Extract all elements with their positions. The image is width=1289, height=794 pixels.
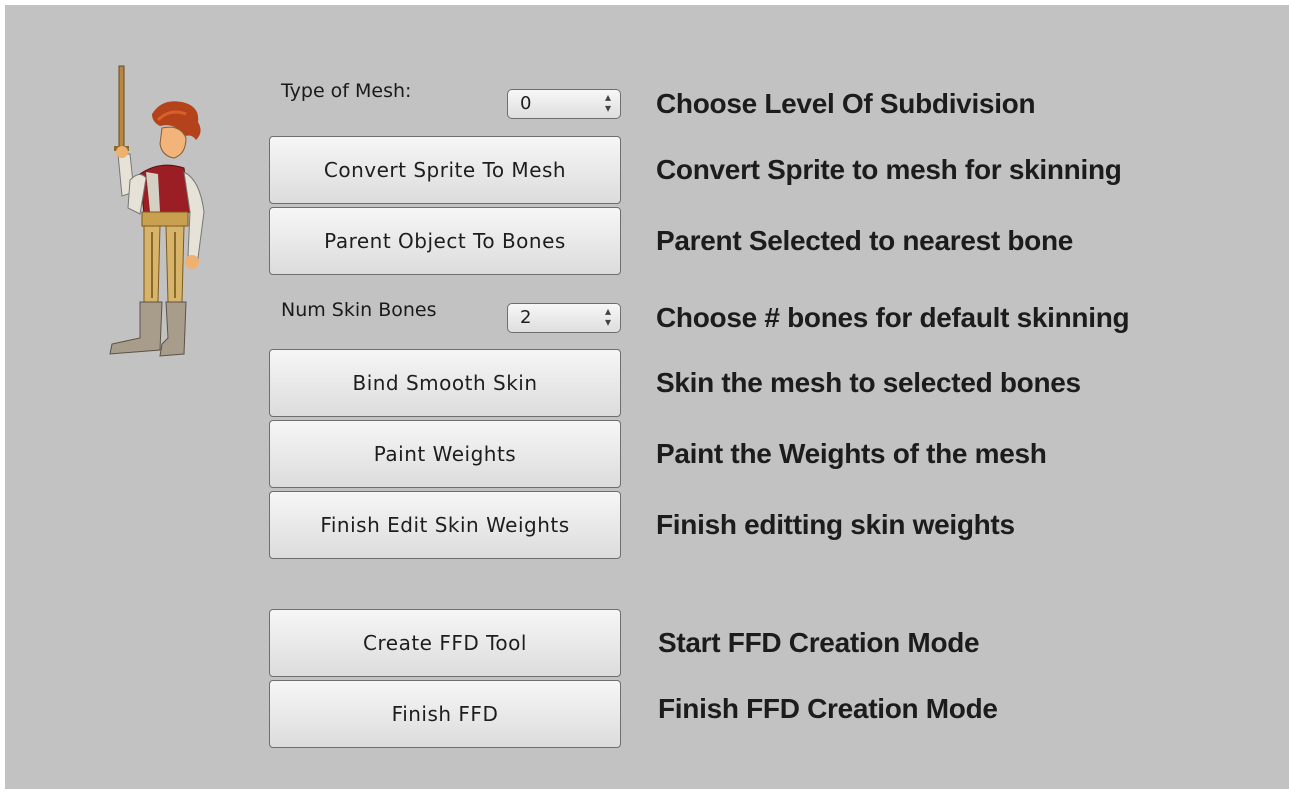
bind-smooth-skin-description: Skin the mesh to selected bones	[656, 367, 1081, 398]
type-of-mesh-label: Type of Mesh:	[281, 80, 412, 102]
convert-sprite-description: Convert Sprite to mesh for skinning	[656, 154, 1122, 185]
finish-edit-skin-weights-button[interactable]: Finish Edit Skin Weights	[269, 491, 621, 559]
bind-smooth-skin-button[interactable]: Bind Smooth Skin	[269, 349, 621, 417]
character-sprite-icon	[109, 65, 205, 357]
type-of-mesh-dropdown[interactable]: 0 ▴ ▾	[507, 89, 621, 119]
create-ffd-description: Start FFD Creation Mode	[658, 627, 980, 658]
num-skin-bones-dropdown[interactable]: 2 ▴ ▾	[507, 303, 621, 333]
num-skin-bones-label: Num Skin Bones	[281, 299, 437, 321]
parent-object-description: Parent Selected to nearest bone	[656, 225, 1074, 256]
create-ffd-tool-button[interactable]: Create FFD Tool	[269, 609, 621, 677]
paint-weights-description: Paint the Weights of the mesh	[656, 438, 1047, 469]
finish-edit-skin-weights-description: Finish editting skin weights	[656, 509, 1015, 540]
convert-sprite-to-mesh-button[interactable]: Convert Sprite To Mesh	[269, 136, 621, 204]
finish-ffd-button[interactable]: Finish FFD	[269, 680, 621, 748]
type-of-mesh-description: Choose Level Of Subdivision	[656, 88, 1036, 119]
parent-object-to-bones-button[interactable]: Parent Object To Bones	[269, 207, 621, 275]
num-skin-bones-value: 2	[520, 307, 532, 328]
num-skin-bones-description: Choose # bones for default skinning	[656, 302, 1130, 333]
finish-ffd-description: Finish FFD Creation Mode	[658, 693, 998, 724]
up-down-arrows-icon: ▴ ▾	[604, 90, 611, 115]
type-of-mesh-value: 0	[520, 93, 532, 114]
up-down-arrows-icon: ▴ ▾	[604, 304, 611, 329]
paint-weights-button[interactable]: Paint Weights	[269, 420, 621, 488]
